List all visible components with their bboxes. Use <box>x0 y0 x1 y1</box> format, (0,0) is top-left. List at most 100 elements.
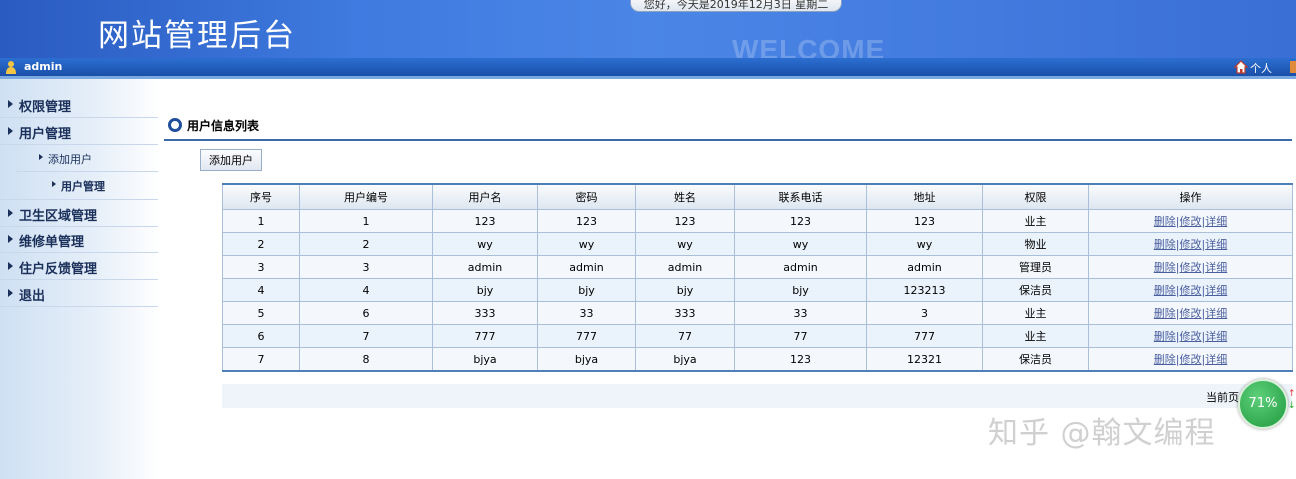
table-cell: wy <box>866 232 983 256</box>
table-cell: 物业 <box>982 232 1089 256</box>
add-user-button[interactable]: 添加用户 <box>200 149 262 171</box>
table-cell: 3 <box>866 301 983 325</box>
table-cell: 6 <box>299 301 433 325</box>
table-cell: 77 <box>734 324 867 348</box>
sidebar-item-label: 卫生区域管理 <box>19 209 98 224</box>
detail-link[interactable]: 详细 <box>1205 330 1227 343</box>
table-cell: admin <box>432 255 538 279</box>
home-icon[interactable] <box>1234 60 1248 74</box>
table-cell: 333 <box>635 301 735 325</box>
username: admin <box>24 60 63 73</box>
table-cell: 333 <box>432 301 538 325</box>
delete-link[interactable]: 删除 <box>1154 238 1176 251</box>
sidebar-item-label: 权限管理 <box>19 100 72 115</box>
date-greeting: 您好，今天是2019年12月3日 星期二 <box>630 0 842 12</box>
radio-circle-icon <box>168 118 182 132</box>
table-cell: 业主 <box>982 301 1089 325</box>
edit-link[interactable]: 修改 <box>1180 284 1202 297</box>
row-actions: 删除|修改|详细 <box>1088 324 1293 348</box>
detail-link[interactable]: 详细 <box>1205 238 1227 251</box>
table-cell: 777 <box>537 324 636 348</box>
table-row: 2 2 wy wy wy wy wy 物业 删除|修改|详细 <box>222 232 1293 256</box>
sidebar-item-resident-feedback[interactable]: 住户反馈管理 <box>0 253 158 280</box>
userbar-edge-tab <box>1290 61 1296 73</box>
table-cell: wy <box>734 232 867 256</box>
delete-link[interactable]: 删除 <box>1154 284 1176 297</box>
col-header-address: 地址 <box>866 183 983 210</box>
table-cell: admin <box>537 255 636 279</box>
col-header-index: 序号 <box>222 183 300 210</box>
table-cell: 6 <box>222 324 300 348</box>
edit-link[interactable]: 修改 <box>1180 215 1202 228</box>
table-cell: 业主 <box>982 209 1089 233</box>
table-cell: bjya <box>537 347 636 372</box>
personal-link[interactable]: 个人 <box>1250 60 1272 76</box>
user-bar: admin 个人 <box>0 58 1296 79</box>
table-cell: 123213 <box>866 278 983 302</box>
edit-link[interactable]: 修改 <box>1180 261 1202 274</box>
table-cell: 777 <box>432 324 538 348</box>
sidebar-item-permissions[interactable]: 权限管理 <box>0 91 158 118</box>
table-cell: bjy <box>734 278 867 302</box>
user-icon <box>6 61 16 74</box>
caret-right-icon <box>52 181 56 187</box>
detail-link[interactable]: 详细 <box>1205 215 1227 228</box>
delete-link[interactable]: 删除 <box>1154 307 1176 320</box>
table-cell: 保洁员 <box>982 278 1089 302</box>
row-actions: 删除|修改|详细 <box>1088 347 1293 372</box>
table-cell: 3 <box>222 255 300 279</box>
caret-right-icon <box>39 154 43 160</box>
sidebar-subitem-user-management[interactable]: 用户管理 <box>16 172 158 198</box>
table-cell: 5 <box>222 301 300 325</box>
edit-link[interactable]: 修改 <box>1180 353 1202 366</box>
detail-link[interactable]: 详细 <box>1205 353 1227 366</box>
table-cell: 4 <box>222 278 300 302</box>
caret-right-icon <box>8 262 13 270</box>
table-cell: 123 <box>866 209 983 233</box>
table-cell: bjya <box>635 347 735 372</box>
detail-link[interactable]: 详细 <box>1205 307 1227 320</box>
progress-badge[interactable]: 71% <box>1238 379 1288 429</box>
sidebar-item-label: 退出 <box>19 289 46 304</box>
col-header-name: 姓名 <box>635 183 735 210</box>
table-cell: 33 <box>537 301 636 325</box>
table-row: 1 1 123 123 123 123 123 业主 删除|修改|详细 <box>222 209 1293 233</box>
col-header-user-id: 用户编号 <box>299 183 433 210</box>
sidebar-subitem-add-user[interactable]: 添加用户 <box>16 145 158 172</box>
welcome-text: WELCOME <box>732 34 886 58</box>
delete-link[interactable]: 删除 <box>1154 215 1176 228</box>
delete-link[interactable]: 删除 <box>1154 330 1176 343</box>
table-cell: 8 <box>299 347 433 372</box>
sidebar-item-logout[interactable]: 退出 <box>0 280 158 307</box>
sidebar: 权限管理 用户管理 添加用户 用户管理 卫生区域管理 维修单管理 住户反馈管理 … <box>0 79 160 479</box>
table-cell: 123 <box>734 347 867 372</box>
col-header-role: 权限 <box>982 183 1089 210</box>
delete-link[interactable]: 删除 <box>1154 261 1176 274</box>
table-cell: wy <box>537 232 636 256</box>
detail-link[interactable]: 详细 <box>1205 261 1227 274</box>
sidebar-item-sanitation[interactable]: 卫生区域管理 <box>0 199 158 227</box>
caret-right-icon <box>8 100 13 108</box>
col-header-password: 密码 <box>537 183 636 210</box>
site-title: 网站管理后台 <box>98 18 296 54</box>
edit-link[interactable]: 修改 <box>1180 330 1202 343</box>
sidebar-item-user-management[interactable]: 用户管理 <box>0 118 158 145</box>
table-cell: wy <box>432 232 538 256</box>
table-cell: 1 <box>222 209 300 233</box>
table-row: 7 8 bjya bjya bjya 123 12321 保洁员 删除|修改|详细 <box>222 347 1293 372</box>
table-cell: bjya <box>432 347 538 372</box>
arrow-up-icon: ↑ <box>1288 389 1296 399</box>
table-row: 6 7 777 777 77 77 777 业主 删除|修改|详细 <box>222 324 1293 348</box>
table-cell: 777 <box>866 324 983 348</box>
edit-link[interactable]: 修改 <box>1180 238 1202 251</box>
delete-link[interactable]: 删除 <box>1154 353 1176 366</box>
sidebar-item-repair-orders[interactable]: 维修单管理 <box>0 226 158 253</box>
sidebar-item-label: 添加用户 <box>48 153 92 166</box>
row-actions: 删除|修改|详细 <box>1088 232 1293 256</box>
edit-link[interactable]: 修改 <box>1180 307 1202 320</box>
table-cell: 2 <box>222 232 300 256</box>
row-actions: 删除|修改|详细 <box>1088 301 1293 325</box>
table-cell: 77 <box>635 324 735 348</box>
table-header-row: 序号 用户编号 用户名 密码 姓名 联系电话 地址 权限 操作 <box>222 183 1293 210</box>
detail-link[interactable]: 详细 <box>1205 284 1227 297</box>
